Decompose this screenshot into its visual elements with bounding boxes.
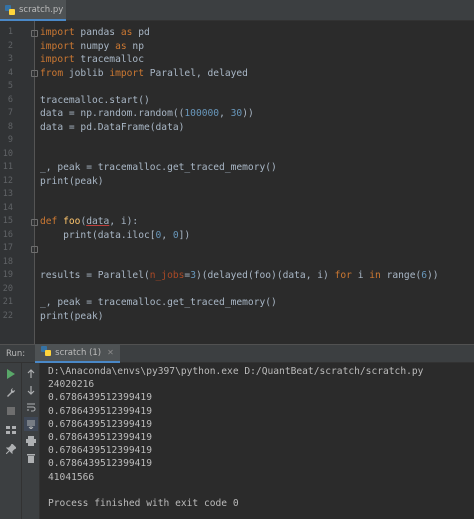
console-line: 0.6786439512399419 (48, 405, 152, 417)
code-line-11: _, peak = tracemalloc.get_traced_memory(… (40, 162, 277, 173)
python-run-icon (41, 346, 52, 359)
line-number: 20 (2, 283, 13, 294)
fold-marker-icon[interactable] (31, 70, 38, 77)
code-line-12: print(peak) (40, 175, 104, 187)
line-number: 9 (7, 135, 13, 145)
code-line-3: import tracemalloc (40, 54, 144, 65)
console-line: 0.6786439512399419 (48, 445, 152, 457)
line-number: 7 (7, 108, 13, 118)
run-toolbar-left (0, 363, 22, 519)
code-editor[interactable]: 1 2 3 4 5 6 7 8 9 10 11 12 13 14 15 16 17 18 19 20 21 22 impo… (0, 21, 474, 344)
print-icon[interactable] (24, 434, 38, 448)
line-number: 3 (7, 54, 13, 64)
code-line-6: tracemalloc.start() (40, 94, 150, 106)
line-number-gutter: 1 2 3 4 5 6 7 8 9 10 11 12 13 14 15 16 17 18 19 20 21 22 (0, 21, 35, 344)
run-tab-scratch[interactable]: scratch (1) ✕ (35, 344, 120, 363)
code-line-1: import pandas as pd (40, 27, 150, 38)
line-number: 4 (7, 67, 13, 78)
code-line-7: data = np.random.random((100000, 30)) (40, 108, 254, 119)
line-number: 17 (2, 243, 13, 253)
code-line-2: import numpy as np (40, 40, 144, 52)
code-line-4: from joblib import Parallel, delayed (40, 67, 248, 79)
line-number: 11 (2, 162, 13, 172)
code-line-15: def foo(data, i): (40, 216, 139, 227)
code-line-16: print(data.iloc[0, 0]) (40, 229, 191, 241)
run-panel-header: Run: scratch (1) ✕ (0, 344, 474, 363)
fold-marker-icon[interactable] (31, 219, 38, 226)
line-number: 12 (2, 175, 13, 186)
line-number: 10 (2, 148, 13, 159)
line-number: 14 (2, 202, 13, 213)
line-number: 22 (2, 310, 13, 321)
wrench-icon[interactable] (4, 385, 18, 399)
console-line: 0.6786439512399419 (48, 392, 152, 404)
run-tab-label: scratch (1) (55, 347, 102, 358)
console-line: 0.6786439512399419 (48, 418, 152, 430)
trash-icon[interactable] (24, 451, 38, 465)
python-file-icon (5, 4, 15, 15)
line-number: 21 (2, 297, 13, 307)
pin-icon[interactable] (4, 442, 18, 456)
arrow-down-icon[interactable] (24, 383, 38, 397)
code-line-19: results = Parallel(n_jobs=3)(delayed(foo… (40, 270, 439, 281)
console-line: 0.6786439512399419 (48, 432, 152, 443)
line-number: 16 (2, 229, 13, 240)
arrow-up-icon[interactable] (24, 367, 38, 381)
line-number: 15 (2, 216, 13, 226)
code-line-22: print(peak) (40, 310, 104, 322)
line-number: 6 (7, 94, 13, 105)
console-line: 24020216 (48, 379, 95, 391)
line-number: 2 (7, 40, 13, 51)
close-icon[interactable]: ✕ (107, 348, 114, 357)
run-console[interactable]: D:\Anaconda\envs\py397\python.exe D:/Qua… (0, 363, 474, 519)
console-line: Process finished with exit code 0 (48, 498, 239, 509)
fold-marker-icon[interactable] (31, 30, 38, 37)
line-number: 13 (2, 189, 13, 199)
run-label: Run: (6, 348, 26, 359)
rerun-icon[interactable] (4, 367, 18, 381)
editor-tab-bar: scratch.py (0, 0, 474, 21)
line-number: 18 (2, 256, 13, 267)
console-line: 0.6786439512399419 (48, 458, 152, 470)
code-line-21: _, peak = tracemalloc.get_traced_memory(… (40, 297, 277, 308)
soft-wrap-icon[interactable] (24, 400, 38, 414)
line-number: 5 (7, 81, 13, 91)
scroll-to-end-icon[interactable] (24, 417, 38, 431)
line-number: 1 (7, 27, 13, 37)
console-line: D:\Anaconda\envs\py397\python.exe D:/Qua… (48, 366, 424, 377)
line-number: 8 (7, 121, 13, 132)
fold-marker-icon[interactable] (31, 246, 38, 253)
tab-scratch-py[interactable]: scratch.py (0, 0, 66, 21)
layout-icon[interactable] (4, 423, 18, 437)
line-number: 19 (2, 270, 13, 280)
tab-label: scratch.py (19, 4, 64, 15)
code-line-8: data = pd.DataFrame(data) (40, 121, 185, 133)
console-line: 41041566 (48, 471, 95, 483)
stop-icon[interactable] (4, 404, 18, 418)
run-toolbar-right (22, 363, 40, 519)
